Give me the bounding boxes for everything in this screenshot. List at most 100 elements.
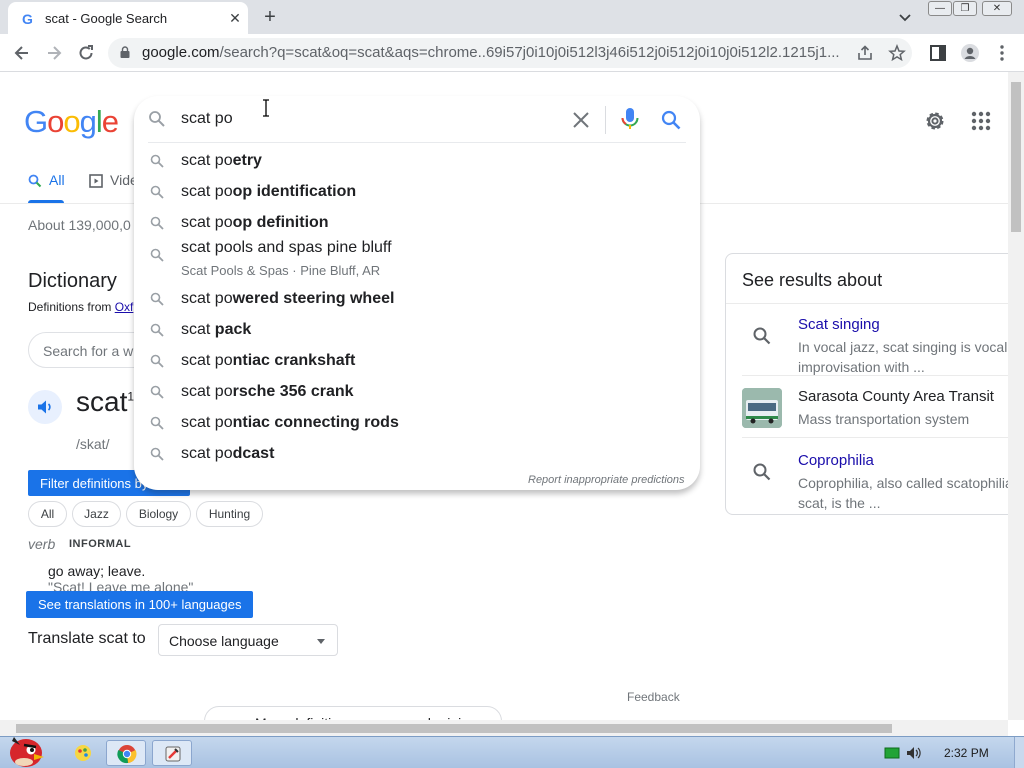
share-icon[interactable] bbox=[856, 45, 874, 61]
search-icon bbox=[753, 463, 771, 481]
app-tool-icon bbox=[165, 746, 181, 762]
suggestion-item[interactable]: scat pools and spas pine bluff Scat Pools… bbox=[134, 239, 700, 281]
suggestion-text: scat pontiac crankshaft bbox=[181, 352, 356, 369]
side-panel-divider bbox=[726, 303, 1024, 304]
text-cursor-icon bbox=[263, 99, 269, 117]
suggestion-item[interactable]: scat poop identification bbox=[134, 177, 700, 208]
search-icon bbox=[150, 447, 164, 461]
dictionary-source: Definitions from Oxf bbox=[28, 300, 134, 314]
profile-avatar-icon[interactable] bbox=[960, 43, 980, 63]
taskbar-app-paint[interactable] bbox=[64, 740, 104, 766]
search-icon bbox=[753, 327, 771, 345]
suggestion-item[interactable]: scat poetry bbox=[134, 146, 700, 177]
taskbar-app-chrome[interactable] bbox=[106, 740, 146, 766]
taskbar: 2:32 PM bbox=[0, 736, 1024, 768]
suggestion-item[interactable]: scat poop definition bbox=[134, 208, 700, 239]
mic-icon[interactable] bbox=[620, 107, 640, 131]
side-item-sarasota-transit[interactable]: Sarasota County Area Transit Mass transp… bbox=[726, 382, 1024, 438]
search-icon bbox=[150, 154, 164, 168]
show-desktop-button[interactable] bbox=[1014, 737, 1024, 768]
close-icon[interactable] bbox=[570, 109, 592, 131]
paint-icon bbox=[75, 745, 91, 761]
tab-title: scat - Google Search bbox=[45, 11, 168, 26]
search-submit-icon[interactable] bbox=[660, 109, 682, 131]
suggestion-text: scat powered steering wheel bbox=[181, 290, 395, 307]
dictionary-word: scat1 bbox=[76, 386, 135, 417]
gear-icon[interactable] bbox=[922, 108, 948, 134]
suggestion-text: scat pontiac connecting rods bbox=[181, 414, 399, 431]
chip-jazz[interactable]: Jazz bbox=[72, 501, 121, 527]
suggestion-subtext: Scat Pools & Spas · Pine Bluff, AR bbox=[181, 263, 381, 278]
google-favicon-icon: G bbox=[22, 11, 33, 27]
horizontal-scroll-thumb[interactable] bbox=[16, 724, 892, 733]
suggestion-item[interactable]: scat podcast bbox=[134, 439, 700, 470]
suggestion-item[interactable]: scat pack bbox=[134, 315, 700, 346]
dictionary-title: Dictionary bbox=[28, 270, 117, 292]
apps-grid-icon[interactable] bbox=[970, 110, 992, 132]
vertical-scroll-thumb[interactable] bbox=[1011, 82, 1021, 232]
side-item-scat-singing[interactable]: Scat singing In vocal jazz, scat singing… bbox=[726, 310, 1024, 376]
suggestion-item[interactable]: scat pontiac crankshaft bbox=[134, 346, 700, 377]
minimize-button[interactable]: — bbox=[928, 1, 952, 16]
suggestion-item[interactable]: scat pontiac connecting rods bbox=[134, 408, 700, 439]
result-stats: About 139,000,0 bbox=[28, 217, 131, 233]
search-input[interactable]: scat po bbox=[181, 110, 233, 128]
chip-all[interactable]: All bbox=[28, 501, 67, 527]
report-predictions-link[interactable]: Report inappropriate predictions bbox=[528, 474, 685, 486]
chrome-menu-icon[interactable] bbox=[992, 43, 1012, 63]
chrome-icon bbox=[117, 745, 137, 764]
search-icon bbox=[150, 292, 164, 306]
network-icon[interactable] bbox=[884, 747, 900, 759]
start-button-bird-icon[interactable] bbox=[2, 731, 46, 768]
suggestion-text: scat porsche 356 crank bbox=[181, 383, 354, 400]
volume-icon[interactable] bbox=[906, 746, 922, 760]
address-bar[interactable]: google.com/search?q=scat&oq=scat&aqs=chr… bbox=[108, 38, 912, 68]
taskbar-clock[interactable]: 2:32 PM bbox=[944, 746, 989, 760]
feedback-link[interactable]: Feedback bbox=[627, 690, 680, 704]
close-window-button[interactable]: ✕ bbox=[982, 1, 1012, 16]
side-panel-icon[interactable] bbox=[928, 43, 948, 63]
side-item-coprophilia[interactable]: Coprophilia Coprophilia, also called sca… bbox=[726, 446, 1024, 512]
tab-close-icon[interactable]: ✕ bbox=[226, 9, 244, 27]
pronunciation-button[interactable] bbox=[28, 390, 62, 424]
suggestion-text: scat pack bbox=[181, 321, 252, 338]
search-autocomplete: scat po scat poetry scat poop identificat… bbox=[134, 96, 700, 490]
new-tab-button[interactable]: + bbox=[259, 6, 281, 28]
speaker-icon bbox=[38, 400, 51, 414]
phonetic: /skat/ bbox=[76, 436, 110, 452]
horizontal-scrollbar[interactable] bbox=[0, 720, 1008, 736]
search-icon bbox=[28, 174, 42, 188]
search-icon bbox=[150, 216, 164, 230]
video-icon bbox=[89, 174, 103, 188]
forward-arrow-icon[interactable] bbox=[44, 43, 64, 63]
search-icon bbox=[150, 354, 164, 368]
search-icon bbox=[150, 248, 164, 262]
search-box[interactable]: scat po bbox=[134, 96, 700, 142]
translate-label: Translate scat to bbox=[28, 630, 146, 647]
dropdown-caret-icon bbox=[317, 639, 325, 644]
search-divider bbox=[605, 106, 606, 134]
back-arrow-icon[interactable] bbox=[12, 43, 32, 63]
browser-tab[interactable]: G scat - Google Search ✕ bbox=[8, 2, 248, 34]
taskbar-app-tool[interactable] bbox=[152, 740, 192, 766]
tab-search-chevron-icon[interactable] bbox=[896, 8, 914, 26]
language-select[interactable]: Choose language bbox=[158, 624, 338, 656]
reload-icon[interactable] bbox=[76, 43, 96, 63]
suggestion-text: scat poop definition bbox=[181, 214, 329, 231]
vertical-scrollbar[interactable] bbox=[1008, 72, 1024, 720]
search-icon bbox=[150, 416, 164, 430]
suggestion-text: scat podcast bbox=[181, 445, 275, 462]
suggestion-item[interactable]: scat powered steering wheel bbox=[134, 284, 700, 315]
chip-hunting[interactable]: Hunting bbox=[196, 501, 263, 527]
oxford-link[interactable]: Oxf bbox=[115, 300, 134, 314]
lock-icon bbox=[120, 46, 130, 58]
part-of-speech: verb bbox=[28, 536, 56, 552]
google-logo[interactable]: Google bbox=[24, 104, 119, 140]
suggestion-item[interactable]: scat porsche 356 crank bbox=[134, 377, 700, 408]
restore-button[interactable]: ❐ bbox=[953, 1, 977, 16]
browser-toolbar: google.com/search?q=scat&oq=scat&aqs=chr… bbox=[0, 34, 1024, 72]
bookmark-star-icon[interactable] bbox=[888, 44, 906, 62]
see-results-about-panel: See results about Scat singing In vocal … bbox=[725, 253, 1024, 515]
chip-biology[interactable]: Biology bbox=[126, 501, 191, 527]
bus-thumbnail bbox=[742, 388, 782, 428]
